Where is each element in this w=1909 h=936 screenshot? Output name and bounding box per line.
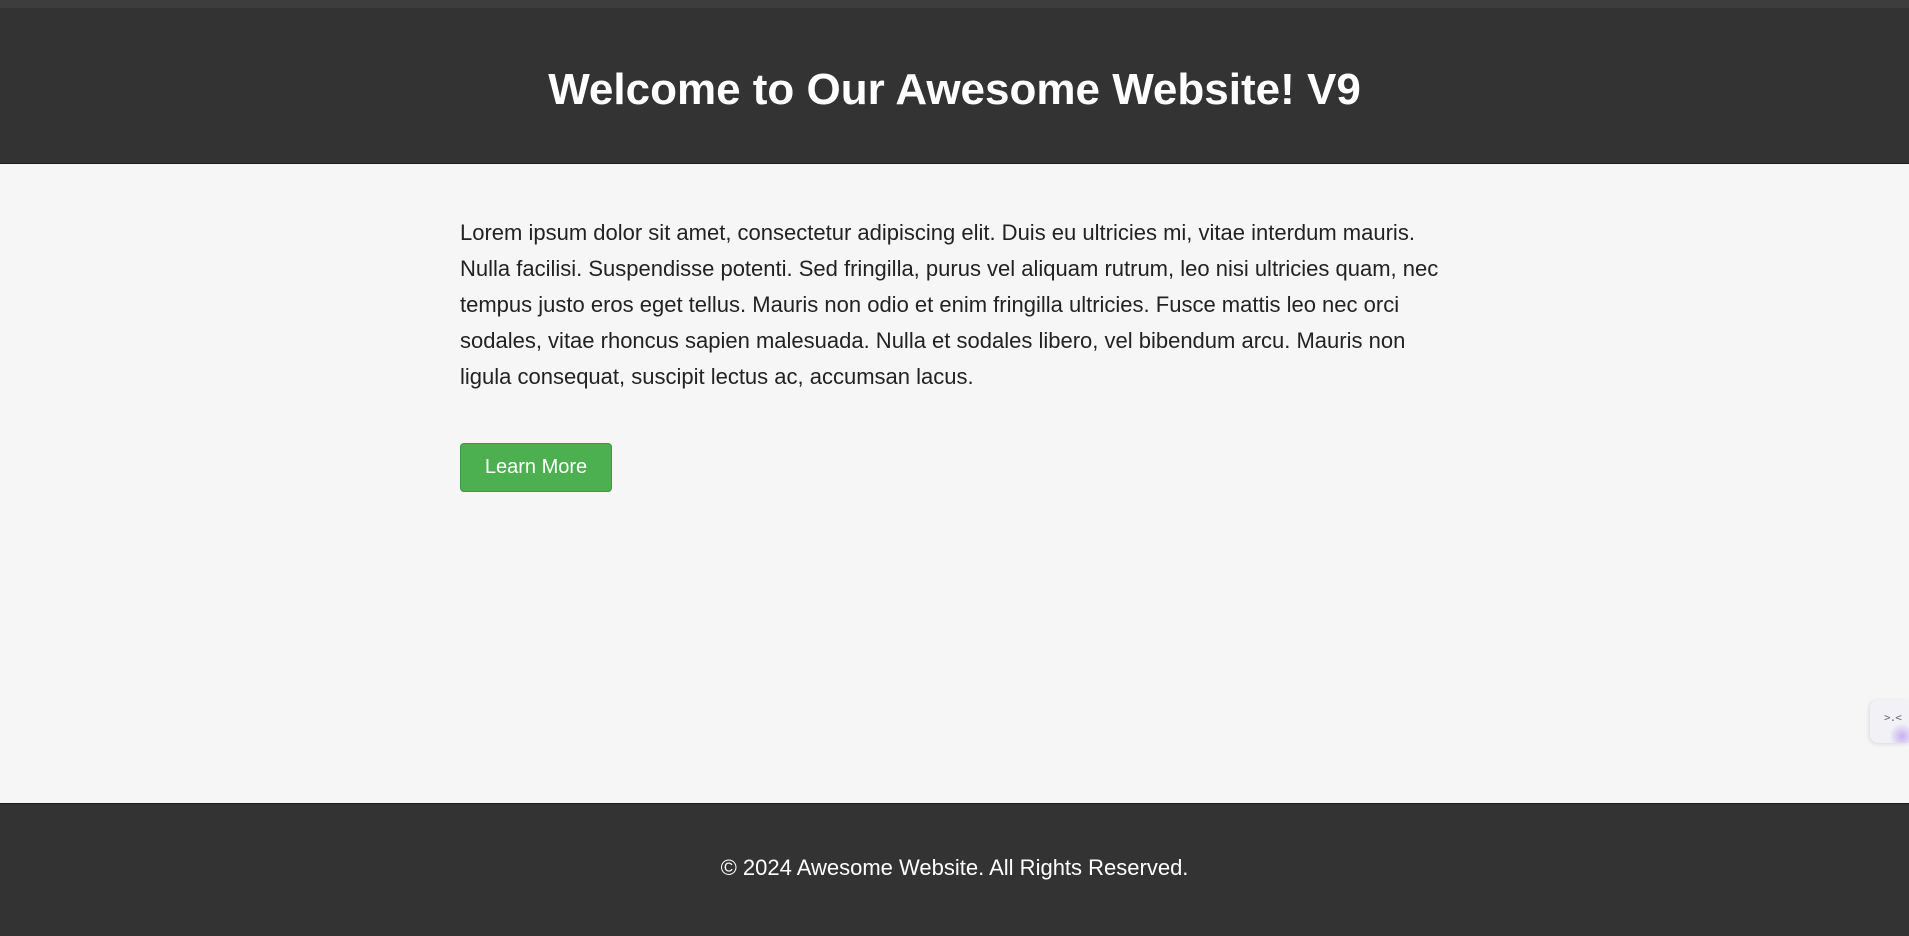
site-header: Welcome to Our Awesome Website! V9 [0,8,1909,164]
assistant-face-icon: >.< [1884,711,1902,724]
main-content: Lorem ipsum dolor sit amet, consectetur … [460,164,1460,492]
top-strip [0,0,1909,8]
widget-glow [1889,723,1909,743]
site-footer: © 2024 Awesome Website. All Rights Reser… [0,803,1909,936]
learn-more-button[interactable]: Learn More [460,443,612,492]
page-title: Welcome to Our Awesome Website! V9 [548,65,1361,114]
copyright-text: © 2024 Awesome Website. All Rights Reser… [720,855,1189,880]
assistant-widget-button[interactable]: >.< [1870,700,1909,743]
intro-paragraph: Lorem ipsum dolor sit amet, consectetur … [460,220,1439,389]
